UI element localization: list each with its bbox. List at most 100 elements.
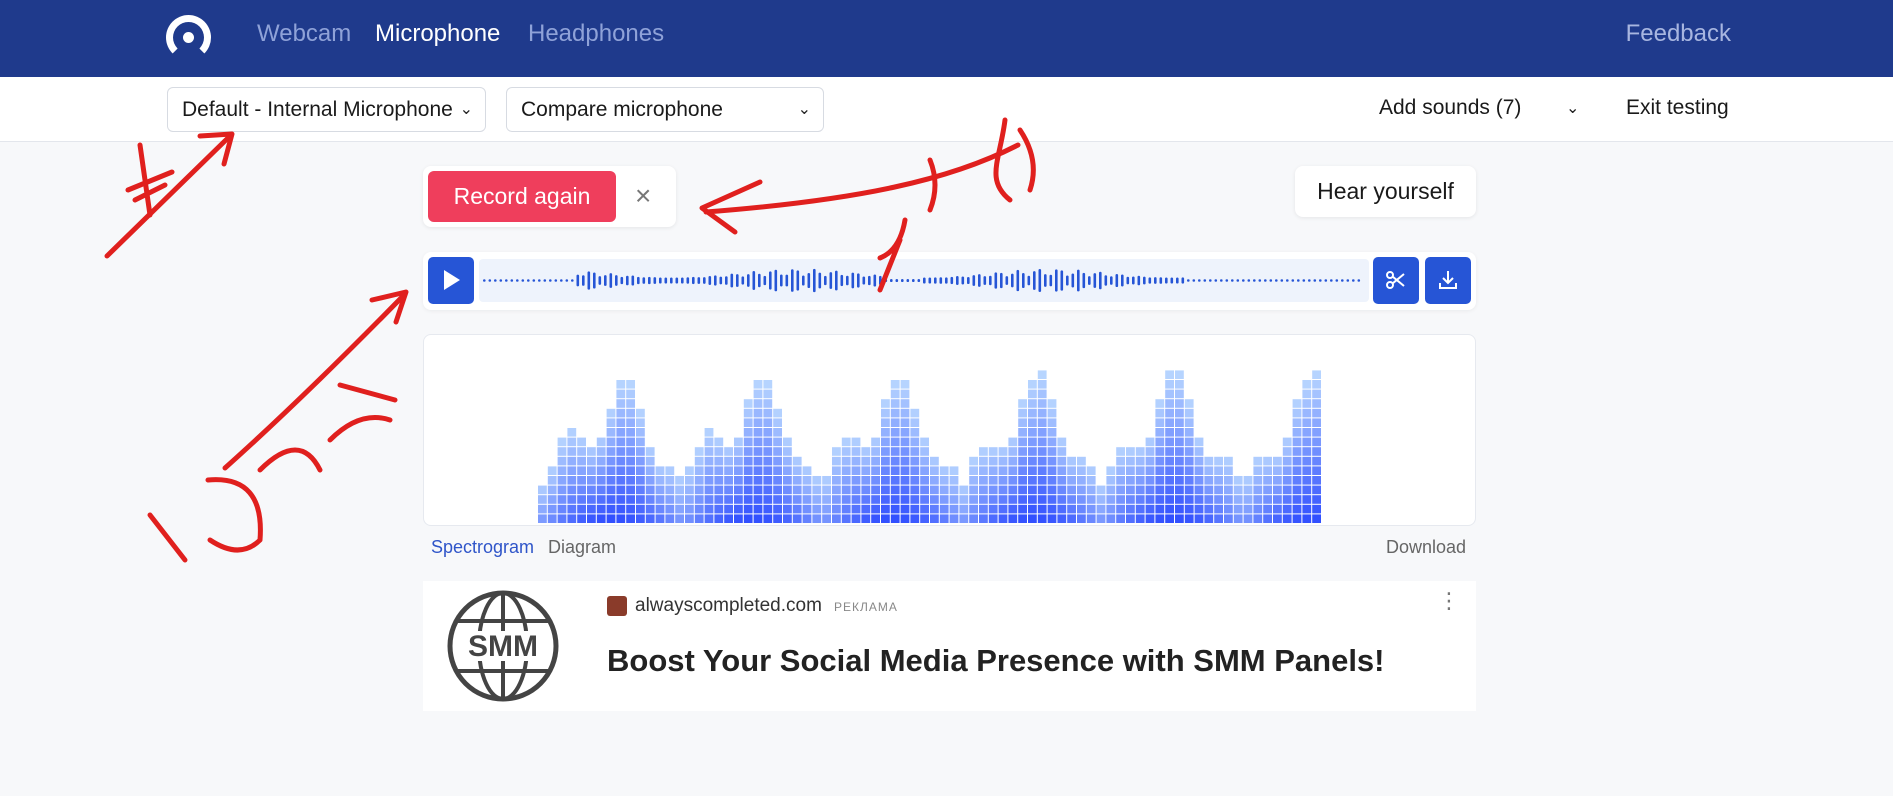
- spectrogram-cell: [1184, 418, 1194, 427]
- spectrogram-cell: [1106, 504, 1116, 514]
- spectrogram-cell: [1086, 504, 1096, 514]
- spectrogram-cell: [734, 495, 743, 504]
- spectrogram-cell: [606, 495, 616, 504]
- more-vertical-icon[interactable]: ⋮: [1438, 590, 1460, 612]
- waveform-bar: [829, 272, 833, 289]
- ad-banner[interactable]: SMM alwayscompleted.com РЕКЛАМА Boost Yo…: [423, 581, 1476, 711]
- spectrogram-cell: [802, 476, 812, 485]
- spectrogram-cell: [939, 466, 949, 475]
- spectrogram-cell: [694, 514, 704, 523]
- play-button[interactable]: [428, 257, 474, 304]
- ad-label: РЕКЛАМА: [834, 600, 898, 614]
- spectrogram-cell: [1204, 495, 1214, 504]
- spectrogram-download-link[interactable]: Download: [1386, 537, 1466, 558]
- spectrogram-cell: [802, 504, 812, 514]
- spectrogram-cell: [969, 514, 978, 523]
- spectrogram-cell: [557, 466, 567, 475]
- waveform-bar: [989, 275, 992, 286]
- spectrogram-cell: [939, 485, 949, 495]
- spectrogram-cell: [773, 437, 782, 447]
- svg-text:SMM: SMM: [468, 630, 538, 663]
- spectrogram-cell: [861, 476, 871, 485]
- spectrogram-cell: [636, 476, 645, 485]
- spectrogram-cell: [1008, 447, 1018, 456]
- hear-yourself-button[interactable]: Hear yourself: [1295, 166, 1476, 217]
- spectrogram-cell: [1037, 485, 1047, 495]
- spectrogram-cell: [675, 485, 684, 495]
- spectrogram-cell: [1302, 418, 1312, 427]
- spectrogram-cell: [596, 437, 606, 447]
- spectrogram-cell: [910, 485, 920, 495]
- spectrogram-cell: [704, 495, 714, 504]
- spectrogram-cell: [1165, 495, 1174, 504]
- spectrogram-cell: [1175, 485, 1184, 495]
- close-icon[interactable]: ×: [635, 179, 651, 213]
- device-select[interactable]: Default - Internal Microphone ⌄: [167, 87, 486, 132]
- spectrogram-cell: [1282, 514, 1292, 523]
- ad-image[interactable]: SMM: [423, 581, 593, 711]
- spectrogram-cell: [734, 514, 743, 523]
- spectrogram-cell: [851, 456, 861, 466]
- chevron-down-icon: ⌄: [797, 101, 811, 118]
- spectrogram-cell: [577, 495, 586, 504]
- spectrogram-cell: [1214, 466, 1223, 475]
- spectrogram-cell: [861, 514, 871, 523]
- spectrogram-cell: [685, 495, 694, 504]
- spectrogram-cell: [1175, 466, 1184, 475]
- spectrogram-cell: [1282, 495, 1292, 504]
- waveform-bar: [1110, 276, 1113, 285]
- tab-diagram[interactable]: Diagram: [548, 537, 616, 558]
- waveform-bar: [1236, 279, 1240, 282]
- spectrogram-cell: [626, 380, 635, 389]
- spectrogram-cell: [1273, 456, 1282, 466]
- spectrogram-cell: [920, 456, 929, 466]
- tab-spectrogram[interactable]: Spectrogram: [431, 537, 534, 558]
- waveform-bar: [994, 272, 998, 289]
- spectrogram-cell: [920, 447, 929, 456]
- trim-button[interactable]: [1373, 257, 1419, 304]
- spectrogram-cell: [734, 466, 743, 475]
- nav-microphone[interactable]: Microphone: [375, 20, 500, 48]
- compare-select[interactable]: Compare microphone ⌄: [506, 87, 824, 132]
- top-navbar: Webcam Microphone Headphones Feedback: [0, 0, 1893, 77]
- exit-testing-button[interactable]: Exit testing: [1626, 96, 1729, 120]
- spectrogram-cell: [1028, 418, 1037, 427]
- waveform-bar: [1330, 279, 1333, 282]
- spectrogram-cell: [900, 514, 910, 523]
- spectrogram-cell: [910, 514, 920, 523]
- spectrogram-cell: [616, 447, 626, 456]
- spectrogram-cell: [704, 504, 714, 514]
- spectrogram-cell: [1086, 476, 1096, 485]
- spectrogram-cell: [1165, 476, 1174, 485]
- spectrogram-cell: [1037, 495, 1047, 504]
- spectrogram-cell: [1282, 476, 1292, 485]
- spectrogram-cell: [783, 485, 792, 495]
- spectrogram-cell: [1292, 399, 1302, 408]
- spectrogram-cell: [1312, 504, 1321, 514]
- waveform-bar: [901, 279, 904, 282]
- spectrogram-cell: [1184, 428, 1194, 437]
- spectrogram-cell: [773, 447, 782, 456]
- spectrogram-cell: [596, 466, 606, 475]
- spectrogram-cell: [1165, 408, 1174, 418]
- spectrogram-cell: [1116, 466, 1125, 475]
- feedback-link[interactable]: Feedback: [1626, 20, 1731, 48]
- spectrogram-cell: [988, 466, 998, 475]
- record-again-button[interactable]: Record again: [428, 171, 616, 222]
- ad-title[interactable]: Boost Your Social Media Presence with SM…: [607, 643, 1385, 679]
- waveform[interactable]: [479, 259, 1369, 302]
- nav-webcam[interactable]: Webcam: [257, 20, 351, 48]
- nav-headphones[interactable]: Headphones: [528, 20, 664, 48]
- waveform-bar: [697, 277, 701, 284]
- spectrogram-cell: [557, 504, 567, 514]
- chevron-down-icon[interactable]: ⌄: [1566, 98, 1579, 118]
- spectrogram-cell: [665, 514, 675, 523]
- spectrogram-cell: [1067, 504, 1076, 514]
- ad-site[interactable]: alwayscompleted.com: [635, 595, 822, 617]
- spectrogram-cell: [763, 399, 773, 408]
- spectrogram-cell: [1194, 476, 1204, 485]
- spectrogram-cell: [1204, 504, 1214, 514]
- spectrogram-cell: [724, 495, 733, 504]
- download-audio-button[interactable]: [1425, 257, 1471, 304]
- add-sounds-button[interactable]: Add sounds (7): [1379, 96, 1521, 120]
